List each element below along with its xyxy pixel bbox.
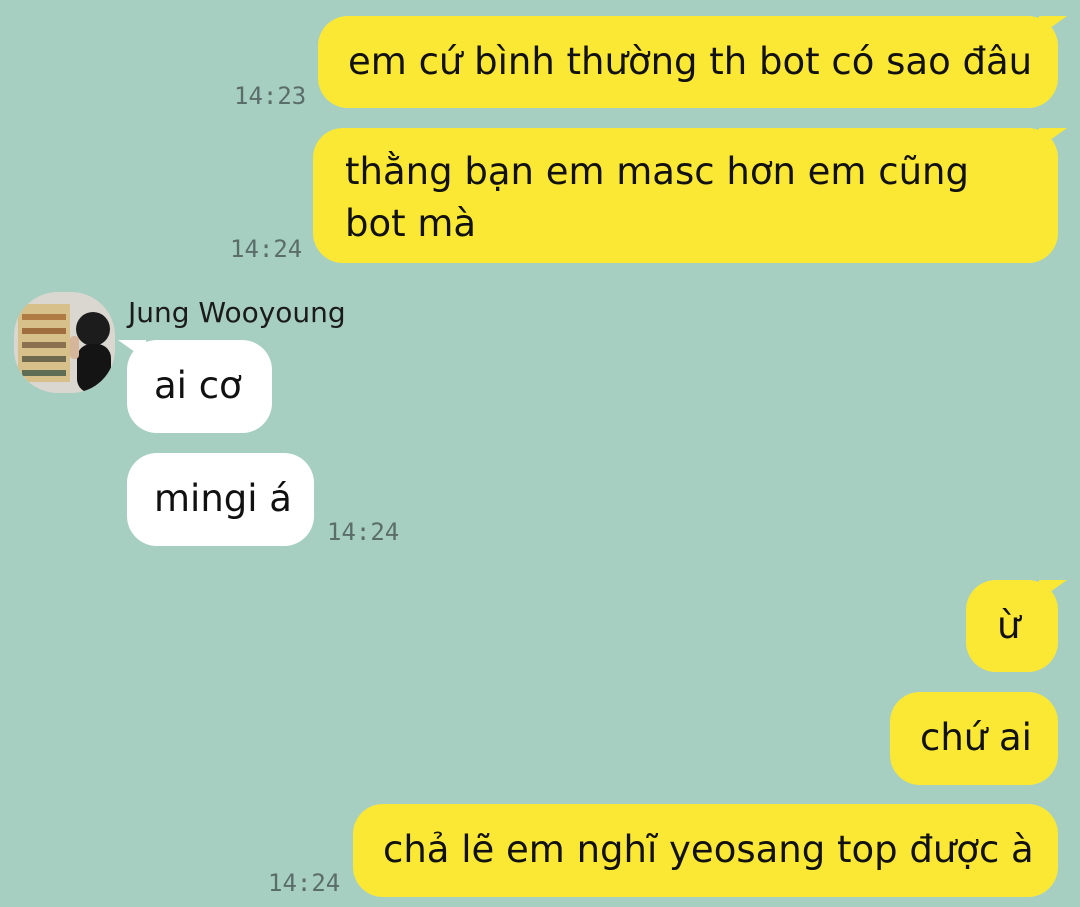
sender-name: Jung Wooyoung (128, 296, 346, 329)
message-text: em cứ bình thường th bot có sao đâu (348, 40, 1033, 83)
bubble-tail-icon (1039, 580, 1067, 600)
bubble-tail-icon (1039, 128, 1067, 148)
message-text: mingi á (154, 477, 292, 520)
avatar-photo-icon (14, 292, 115, 393)
message-text: chả lẽ em nghĩ yeosang top được à (383, 828, 1034, 871)
outgoing-message-bubble[interactable]: em cứ bình thường th bot có sao đâu (318, 16, 1067, 108)
contact-avatar[interactable] (14, 292, 115, 393)
outgoing-message-bubble[interactable]: thằng bạn em masc hơn em cũng bot mà (313, 128, 1067, 263)
outgoing-message-bubble[interactable]: chả lẽ em nghĩ yeosang top được à (353, 804, 1058, 897)
message-timestamp: 14:24 (230, 235, 303, 263)
bubble-tail-icon (118, 340, 146, 360)
chat-thread: 14:23 em cứ bình thường th bot có sao đâ… (0, 0, 1080, 907)
message-text: thằng bạn em masc hơn em cũng bot mà (345, 150, 969, 245)
message-text: chứ ai (920, 716, 1032, 759)
incoming-message-bubble[interactable]: ai cơ (118, 340, 272, 433)
incoming-message-bubble[interactable]: mingi á (127, 453, 314, 546)
message-timestamp: 14:24 (268, 869, 341, 897)
outgoing-message-bubble[interactable]: ừ (966, 580, 1067, 672)
message-text: ừ (997, 604, 1021, 647)
message-timestamp: 14:23 (234, 82, 307, 110)
bubble-tail-icon (1039, 16, 1067, 36)
message-text: ai cơ (154, 364, 242, 407)
outgoing-message-bubble[interactable]: chứ ai (890, 692, 1058, 785)
message-timestamp: 14:24 (327, 518, 400, 546)
